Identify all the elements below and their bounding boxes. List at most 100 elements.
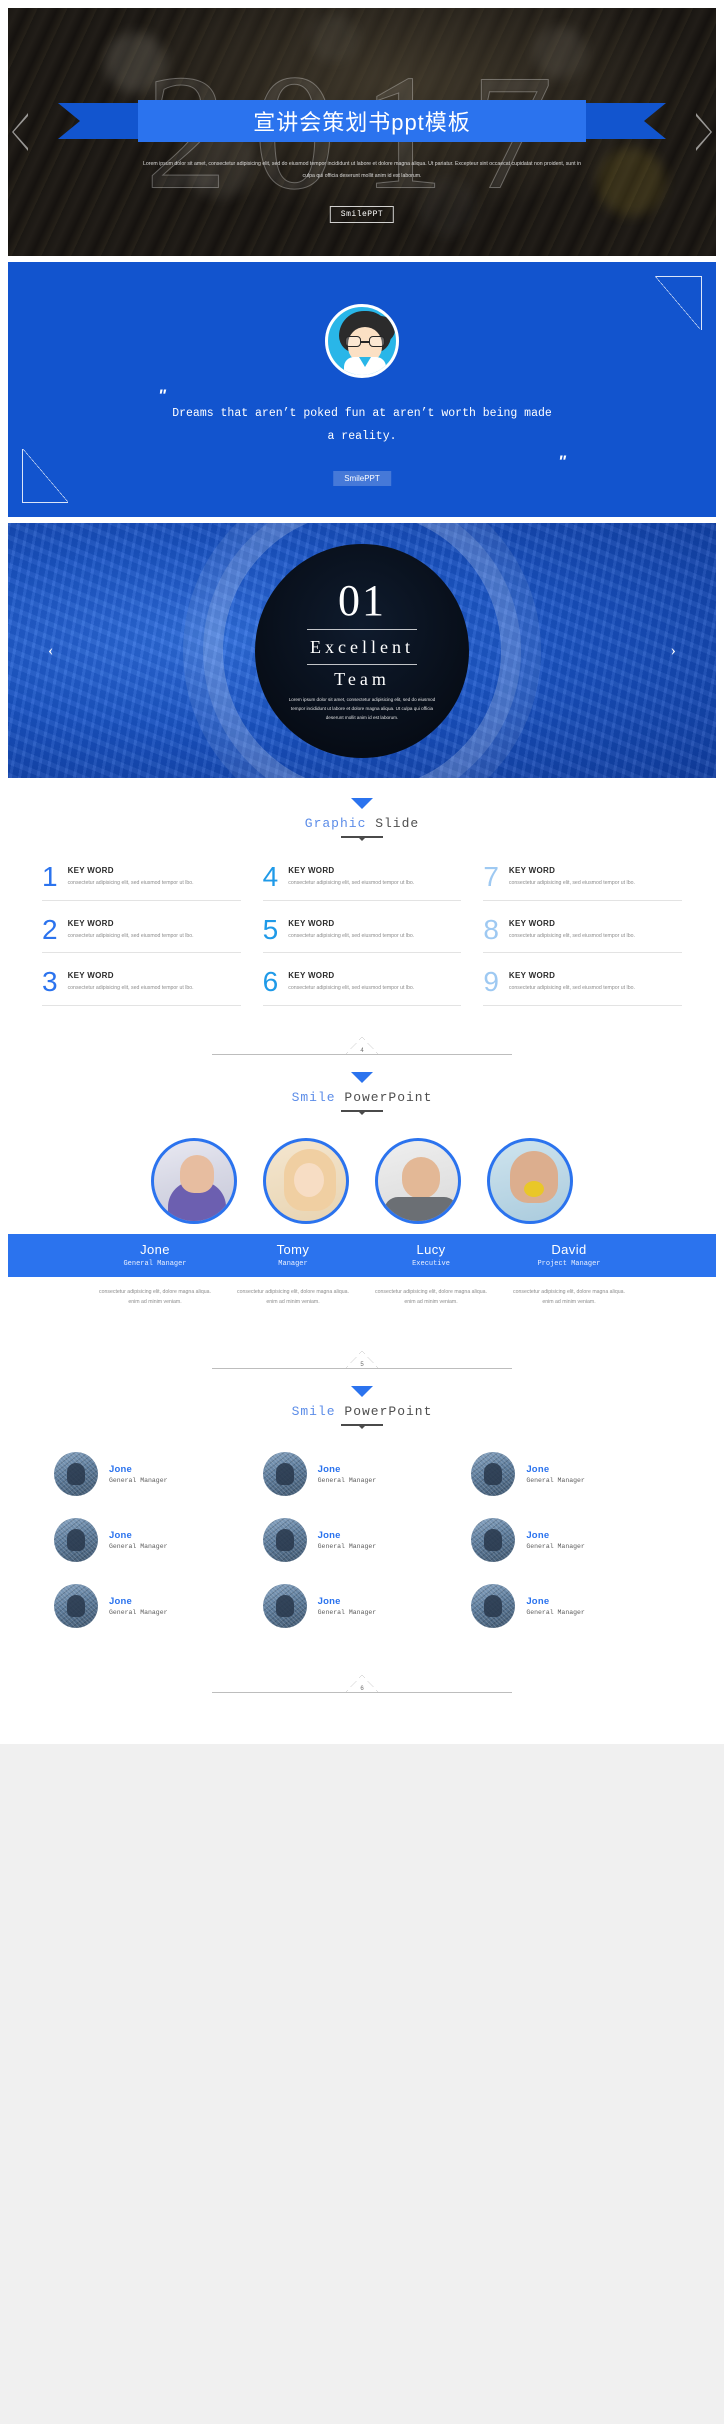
quote-text: Dreams that aren’t poked fun at aren’t w… [172, 407, 552, 443]
person-photo [471, 1583, 516, 1628]
keyword-item[interactable]: 6 KEY WORD consectetur adipisicing elit,… [262, 966, 462, 1006]
section-title-line1: Excellent [310, 636, 414, 657]
person-role: General Manager [317, 1542, 377, 1550]
team-member-photo[interactable] [487, 1137, 573, 1224]
person-photo [262, 1451, 307, 1496]
next-slide-arrow[interactable]: › [671, 642, 676, 660]
keyword-number: 2 [42, 913, 58, 945]
heading-accent: Smile [291, 1089, 336, 1105]
section-title-line2: Team [334, 668, 390, 689]
quote-brand-button[interactable]: SmilePPT [333, 471, 391, 486]
keyword-item[interactable]: 5 KEY WORD consectetur adipisicing elit,… [262, 913, 462, 954]
person-photo [262, 1517, 307, 1562]
team-name-band: Jone General Manager Tomy Manager Lucy E… [8, 1233, 716, 1277]
person-role: General Manager [317, 1476, 377, 1484]
team-member-label: David Project Manager [513, 1242, 625, 1268]
person-name: Jone [317, 1463, 341, 1475]
person-role: General Manager [526, 1476, 585, 1484]
person-role: General Manager [526, 1542, 585, 1550]
team-member-label: Jone General Manager [99, 1242, 211, 1268]
person-item[interactable]: Jone General Manager [262, 1517, 462, 1562]
keyword-desc: consectetur adipisicing elit, sed eiusmo… [67, 932, 194, 939]
team-member-role: General Manager [123, 1259, 187, 1268]
person-item[interactable]: Jone General Manager [262, 1451, 462, 1496]
team-member-name: Lucy [416, 1241, 446, 1257]
keyword-item[interactable]: 1 KEY WORD consectetur adipisicing elit,… [42, 861, 241, 901]
triangle-down-icon [351, 1385, 373, 1397]
triangle-down-icon [351, 1071, 373, 1083]
keyword-item[interactable]: 3 KEY WORD consectetur adipisicing elit,… [42, 968, 241, 1006]
slide-quote[interactable]: " " Dreams that aren’t poked fun at aren… [8, 262, 716, 517]
person-role: General Manager [526, 1608, 585, 1616]
team-member-role: Executive [412, 1259, 450, 1268]
people-heading-text: Smile PowerPoint [8, 1404, 716, 1419]
person-item[interactable]: Jone General Manager [471, 1583, 670, 1628]
page-number: 6 [357, 1684, 367, 1692]
person-photo [54, 1583, 98, 1628]
ribbon-tail-left [58, 103, 142, 139]
section-description: Lorem ipsum dolor sit amet, consectetur … [288, 696, 436, 721]
slide-cover[interactable]: 2017 宣讲会策划书ppt模板 Lorem ipsum dolor sit a… [8, 8, 716, 256]
graphic-slide-heading: Graphic Slide [8, 778, 716, 838]
keyword-number: 8 [483, 913, 499, 945]
keyword-item[interactable]: 2 KEY WORD consectetur adipisicing elit,… [42, 913, 241, 954]
keyword-item[interactable]: 4 KEY WORD consectetur adipisicing elit,… [262, 861, 462, 901]
keyword-title: KEY WORD [508, 918, 556, 928]
keyword-title: KEY WORD [508, 971, 556, 981]
team-member-name: Jone [140, 1241, 170, 1257]
page-divider: 4 [8, 1024, 716, 1068]
graphic-heading-text: Graphic Slide [8, 816, 716, 831]
person-item[interactable]: Jone General Manager [54, 1451, 253, 1496]
keyword-item[interactable]: 9 KEY WORD consectetur adipisicing elit,… [483, 966, 682, 1006]
person-photo [54, 1451, 98, 1496]
person-item[interactable]: Jone General Manager [471, 1451, 670, 1496]
cover-title-ribbon: 宣讲会策划书ppt模板 [8, 100, 716, 142]
heading-accent: Graphic [304, 816, 367, 831]
person-item[interactable]: Jone General Manager [262, 1583, 462, 1628]
section-title-2: Team [334, 665, 390, 690]
keyword-item[interactable]: 7 KEY WORD consectetur adipisicing elit,… [483, 861, 682, 901]
team-slide-heading: Smile PowerPoint [8, 1068, 716, 1112]
team-description-row: consectetur adipisicing elit, dolore mag… [8, 1277, 716, 1308]
keyword-number: 6 [262, 966, 279, 998]
keyword-desc: consectetur adipisicing elit, sed eiusmo… [288, 880, 415, 886]
page-number: 5 [357, 1360, 367, 1368]
person-item[interactable]: Jone General Manager [54, 1583, 253, 1628]
slide-section-divider[interactable]: ‹ › 01 Excellent Team Lorem ipsum dolor … [8, 523, 716, 778]
person-name: Jone [109, 1529, 132, 1541]
keyword-title: KEY WORD [67, 918, 114, 928]
person-name: Jone [526, 1595, 550, 1607]
section-number: 01 [338, 575, 386, 625]
keyword-number: 4 [262, 861, 279, 892]
keyword-number: 1 [42, 861, 58, 892]
person-item[interactable]: Jone General Manager [471, 1517, 670, 1562]
keyword-number: 7 [483, 861, 499, 892]
keyword-grid: 1 KEY WORD consectetur adipisicing elit,… [8, 838, 716, 1006]
team-member-name: Tomy [276, 1241, 310, 1257]
team-member-desc: consectetur adipisicing elit, dolore mag… [513, 1288, 625, 1305]
keyword-title: KEY WORD [288, 866, 335, 875]
heading-underline [341, 1423, 383, 1426]
keyword-number: 5 [262, 913, 279, 945]
team-member-photo[interactable] [151, 1137, 237, 1224]
person-name: Jone [526, 1529, 550, 1541]
person-name: Jone [317, 1529, 341, 1541]
team-member-photo[interactable] [263, 1137, 349, 1224]
keyword-desc: consectetur adipisicing elit, sed eiusmo… [67, 880, 194, 886]
team-member-desc: consectetur adipisicing elit, dolore mag… [375, 1288, 487, 1305]
team-photo-row [8, 1112, 716, 1224]
triangle-down-icon [351, 798, 373, 809]
team-member-photo[interactable] [375, 1137, 461, 1224]
keyword-title: KEY WORD [67, 971, 114, 981]
person-item[interactable]: Jone General Manager [54, 1517, 253, 1562]
team-member-role: Manager [278, 1259, 308, 1268]
quote-mark-close: " [557, 452, 566, 471]
team-member-name: David [551, 1241, 587, 1257]
person-name: Jone [109, 1463, 132, 1475]
prev-slide-arrow[interactable]: ‹ [48, 642, 53, 660]
keyword-title: KEY WORD [67, 866, 114, 875]
heading-underline [341, 836, 383, 838]
keyword-number: 9 [483, 966, 499, 998]
keyword-item[interactable]: 8 KEY WORD consectetur adipisicing elit,… [483, 913, 682, 954]
ribbon-body: 宣讲会策划书ppt模板 [138, 100, 586, 142]
